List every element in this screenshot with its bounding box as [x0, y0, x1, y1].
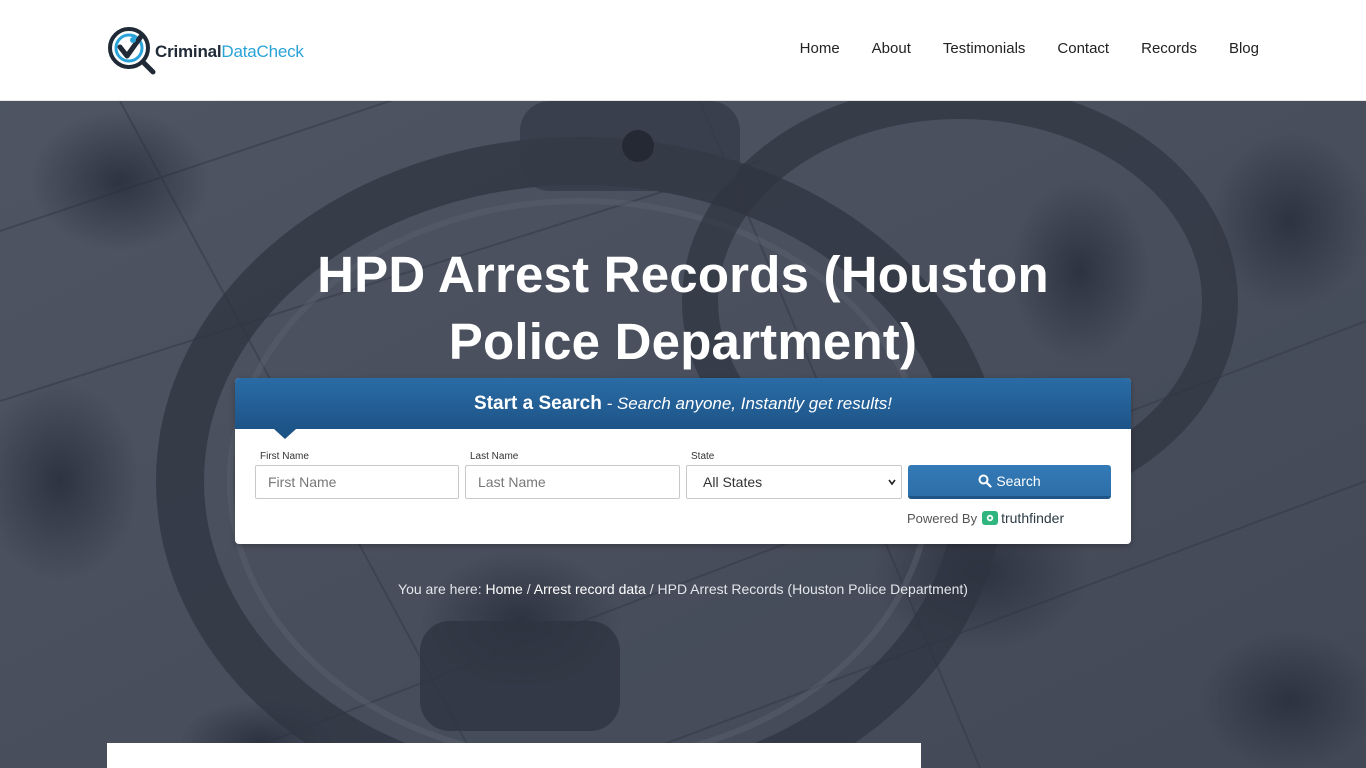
chevron-down-icon [888, 479, 896, 486]
search-widget: Start a Search - Search anyone, Instantl… [235, 378, 1131, 544]
last-name-label: Last Name [470, 451, 519, 462]
search-button[interactable]: Search [908, 465, 1111, 499]
site-header: CriminalDataCheck Home About Testimonial… [0, 0, 1366, 101]
breadcrumb-prefix: You are here: [398, 581, 482, 597]
breadcrumb-home[interactable]: Home [486, 581, 523, 597]
hero-section: HPD Arrest Records (Houston Police Depar… [0, 101, 1366, 768]
last-name-input[interactable] [465, 465, 680, 499]
powered-by: Powered By truthfinder [907, 510, 1064, 526]
site-logo[interactable]: CriminalDataCheck [107, 25, 304, 77]
truthfinder-logo-icon [982, 511, 999, 525]
state-select[interactable]: All States [686, 465, 902, 499]
breadcrumb: You are here: Home / Arrest record data … [0, 581, 1366, 597]
widget-heading: Start a Search [474, 393, 602, 414]
breadcrumb-current: HPD Arrest Records (Houston Police Depar… [657, 581, 968, 597]
nav-contact[interactable]: Contact [1057, 39, 1109, 59]
widget-notch [274, 429, 296, 439]
nav-testimonials[interactable]: Testimonials [943, 39, 1026, 59]
main-nav: Home About Testimonials Contact Records … [768, 39, 1259, 59]
nav-records[interactable]: Records [1141, 39, 1197, 59]
first-name-label: First Name [260, 451, 309, 462]
search-widget-header: Start a Search - Search anyone, Instantl… [235, 378, 1131, 429]
nav-home[interactable]: Home [800, 39, 840, 59]
powered-by-text: Powered By [907, 510, 978, 526]
widget-subheading: - Search anyone, Instantly get results! [601, 394, 892, 413]
state-label: State [691, 451, 715, 462]
breadcrumb-separator: / [649, 581, 654, 597]
nav-about[interactable]: About [872, 39, 911, 59]
state-select-value: All States [703, 474, 763, 490]
logo-check-magnifier-icon [108, 27, 156, 75]
search-icon [978, 474, 992, 488]
breadcrumb-arrest-record-data[interactable]: Arrest record data [534, 581, 646, 597]
search-button-label: Search [996, 472, 1041, 489]
nav-blog[interactable]: Blog [1229, 39, 1259, 59]
first-name-input[interactable] [255, 465, 459, 499]
provider-name: truthfinder [1001, 510, 1065, 526]
page-title: HPD Arrest Records (Houston Police Depar… [317, 246, 1049, 370]
breadcrumb-separator: / [526, 581, 531, 597]
logo-text: CriminalDataCheck [155, 42, 304, 61]
content-card [107, 743, 921, 768]
